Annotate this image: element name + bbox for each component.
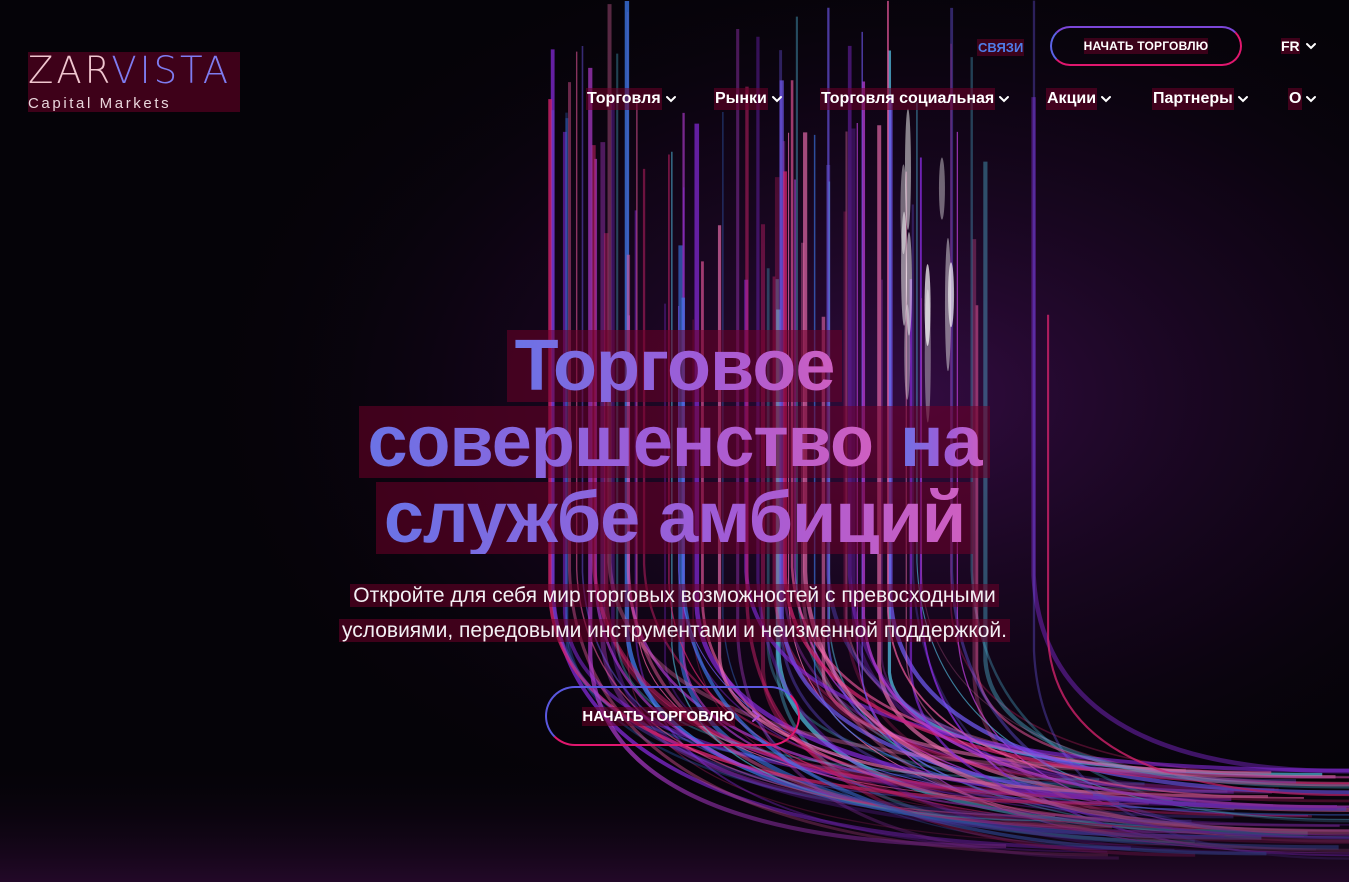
nav-item-about[interactable]: О	[1288, 88, 1317, 110]
nav-item-promotions[interactable]: Акции	[1046, 88, 1112, 110]
nav-item-label: Торговля	[586, 88, 662, 110]
hero-title-line-2b: на	[896, 406, 986, 478]
chevron-down-icon	[1305, 43, 1316, 50]
light-flare	[938, 157, 945, 220]
hero-subtitle-line-2: условиями, передовыми инструментами и не…	[338, 619, 1011, 642]
hero-start-trading-label: НАЧАТЬ ТОРГОВЛЮ	[582, 706, 735, 726]
hero-title-line-2a: совершенство	[363, 406, 877, 478]
chevron-right-icon	[751, 710, 761, 722]
chevron-down-icon	[1237, 96, 1248, 103]
light-flare	[900, 164, 907, 255]
nav-item-label: Акции	[1046, 88, 1098, 110]
language-selector[interactable]: FR	[1281, 38, 1317, 54]
chevron-down-icon	[1101, 96, 1112, 103]
chevron-down-icon	[1306, 96, 1317, 103]
hero-subtitle-line-1: Откройте для себя мир торговых возможнос…	[350, 584, 999, 607]
header-start-trading-label: НАЧАТЬ ТОРГОВЛЮ	[1083, 38, 1209, 54]
contact-link[interactable]: СВЯЗИ	[977, 39, 1025, 56]
nav-item-label: Партнеры	[1152, 88, 1234, 110]
hero-title: Торговое совершенство на службе амбиций	[0, 330, 1349, 558]
chevron-down-icon	[771, 96, 782, 103]
header-start-trading-button[interactable]: НАЧАТЬ ТОРГОВЛЮ	[1050, 26, 1242, 66]
nav-item-label: Торговля социальная	[820, 88, 996, 110]
hero-subtitle: Откройте для себя мир торговых возможнос…	[0, 578, 1349, 648]
hero-title-line-1: Торговое	[511, 330, 839, 402]
logo-wordmark: ZARVISTA	[28, 49, 232, 92]
nav-item-trading[interactable]: Торговля	[586, 88, 677, 110]
nav-item-markets[interactable]: Рынки	[714, 88, 783, 110]
hero-title-line-3: службе амбиций	[380, 482, 969, 554]
chevron-down-icon	[999, 96, 1010, 103]
hero-start-trading-button[interactable]: НАЧАТЬ ТОРГОВЛЮ	[545, 686, 800, 746]
nav-item-social-trading[interactable]: Торговля социальная	[820, 88, 1010, 110]
nav-item-label: О	[1288, 88, 1303, 110]
chevron-down-icon	[665, 96, 676, 103]
nav-item-partners[interactable]: Партнеры	[1152, 88, 1249, 110]
language-label: FR	[1281, 38, 1300, 54]
main-nav: Торговля Рынки Торговля социальная Акции…	[0, 88, 1349, 110]
nav-item-label: Рынки	[714, 88, 768, 110]
